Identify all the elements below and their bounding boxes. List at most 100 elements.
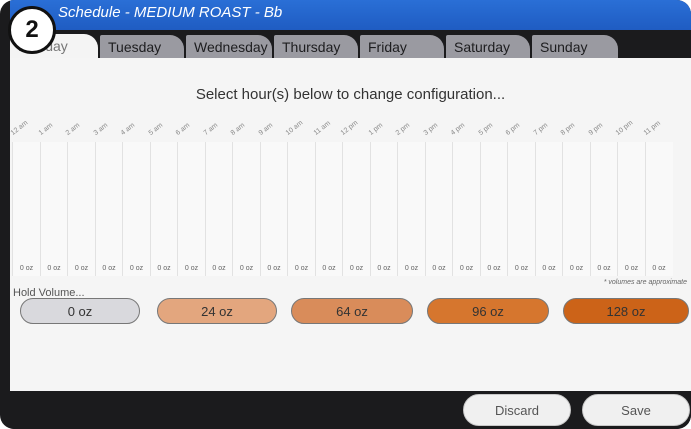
hour-grid: 12 am 0 oz 1 am 0 oz 2 am 0 oz 3 am 0 oz 4 am 0 o… bbox=[10, 118, 691, 278]
instruction-text: Select hour(s) below to change configura… bbox=[195, 86, 506, 103]
hour-volume: 0 oz bbox=[569, 265, 584, 272]
hour-column[interactable]: 0 oz bbox=[149, 142, 178, 276]
hour-label: 7 pm bbox=[532, 121, 549, 137]
hour-volume: 0 oz bbox=[322, 265, 336, 272]
schedule-panel: Select hour(s) below to change configura… bbox=[10, 58, 691, 391]
save-label: Save bbox=[621, 403, 651, 418]
hour-column[interactable]: 0 oz bbox=[617, 142, 645, 276]
hour-label: 1 pm bbox=[367, 121, 384, 137]
hour-label: 4 am bbox=[119, 121, 137, 137]
hour-label: 2 pm bbox=[394, 121, 412, 137]
volume-label: 96 oz bbox=[472, 304, 504, 319]
hour-label: 3 pm bbox=[422, 121, 439, 137]
hour-column[interactable]: 0 oz bbox=[122, 142, 150, 276]
hour-volume: 0 oz bbox=[542, 265, 556, 272]
volume-label: 0 oz bbox=[67, 304, 93, 319]
volume-128oz-button[interactable]: 128 oz bbox=[563, 298, 689, 324]
hour-volume: 0 oz bbox=[157, 265, 171, 272]
hour-column[interactable]: 0 oz bbox=[369, 142, 398, 276]
hour-column[interactable]: 0 oz bbox=[397, 142, 425, 276]
tab-sunday[interactable]: Sunday bbox=[532, 35, 618, 58]
volume-64oz-button[interactable]: 64 oz bbox=[291, 298, 413, 324]
hour-column[interactable]: 0 oz bbox=[314, 142, 343, 276]
hour-column[interactable]: 0 oz bbox=[94, 142, 123, 276]
volume-0oz-button[interactable]: 0 oz bbox=[20, 298, 140, 324]
hour-column[interactable]: 0 oz bbox=[644, 142, 673, 276]
tab-friday[interactable]: Friday bbox=[360, 35, 444, 58]
hour-column[interactable]: 0 oz bbox=[177, 142, 205, 276]
hour-volume: 0 oz bbox=[459, 265, 474, 272]
hour-volume: 0 oz bbox=[487, 265, 501, 272]
volume-label: 128 oz bbox=[606, 304, 646, 319]
hour-label: 11 pm bbox=[642, 119, 662, 137]
hour-volume: 0 oz bbox=[102, 265, 116, 272]
hour-volume: 0 oz bbox=[349, 265, 364, 272]
hour-label: 2 am bbox=[64, 121, 82, 137]
hour-label: 6 pm bbox=[504, 121, 522, 137]
hour-label: 5 pm bbox=[477, 121, 494, 137]
tab-thursday[interactable]: Thursday bbox=[274, 35, 358, 58]
hour-column[interactable]: 0 oz bbox=[452, 142, 480, 276]
hour-column[interactable]: 0 oz bbox=[534, 142, 563, 276]
hour-label: 7 am bbox=[202, 121, 219, 137]
volume-label: 24 oz bbox=[201, 304, 233, 319]
hour-column[interactable]: 0 oz bbox=[287, 142, 315, 276]
app-frame: Schedule - MEDIUM ROAST - Bb Monday Tues… bbox=[0, 0, 691, 429]
discard-label: Discard bbox=[494, 403, 540, 418]
hour-volume: 0 oz bbox=[652, 265, 666, 272]
discard-button[interactable]: Discard bbox=[463, 394, 571, 426]
volume-label: 64 oz bbox=[336, 304, 368, 319]
hour-volume: 0 oz bbox=[294, 265, 309, 272]
hour-volume: 0 oz bbox=[404, 265, 419, 272]
hour-volume: 0 oz bbox=[212, 265, 226, 272]
hour-column[interactable]: 0 oz bbox=[342, 142, 370, 276]
approx-note: * volumes are approximate bbox=[603, 279, 687, 286]
tab-label: Thursday bbox=[282, 39, 341, 55]
hour-label: 11 am bbox=[312, 119, 332, 137]
tab-label: Wednesday bbox=[194, 39, 268, 55]
hour-volume: 0 oz bbox=[19, 265, 34, 272]
bottom-bar: Discard Save bbox=[10, 391, 691, 429]
hour-label: 12 am bbox=[9, 119, 30, 137]
hour-volume: 0 oz bbox=[239, 265, 254, 272]
hour-column[interactable]: 0 oz bbox=[67, 142, 95, 276]
tab-wednesday[interactable]: Wednesday bbox=[186, 35, 272, 58]
hour-column[interactable]: 0 oz bbox=[589, 142, 618, 276]
hour-label: 8 pm bbox=[559, 121, 577, 137]
hour-volume: 0 oz bbox=[74, 265, 89, 272]
hour-column[interactable]: 0 oz bbox=[507, 142, 535, 276]
hour-label: 12 pm bbox=[339, 119, 360, 137]
hour-label: 10 am bbox=[284, 119, 305, 137]
tab-label: Tuesday bbox=[108, 39, 162, 55]
tab-saturday[interactable]: Saturday bbox=[446, 35, 530, 58]
hour-column[interactable]: 0 oz bbox=[39, 142, 68, 276]
hour-label: 8 am bbox=[229, 121, 247, 137]
tab-tuesday[interactable]: Tuesday bbox=[100, 35, 184, 58]
hour-column[interactable]: 0 oz bbox=[479, 142, 508, 276]
hour-column[interactable]: 0 oz bbox=[12, 142, 40, 276]
step-number-badge: 2 bbox=[8, 6, 56, 54]
hour-label: 9 am bbox=[257, 121, 274, 137]
hour-volume: 0 oz bbox=[129, 265, 144, 272]
hour-volume: 0 oz bbox=[267, 265, 281, 272]
hour-label: 3 am bbox=[92, 121, 109, 137]
volume-96oz-button[interactable]: 96 oz bbox=[427, 298, 549, 324]
hour-label: 5 am bbox=[147, 121, 164, 137]
hour-column[interactable]: 0 oz bbox=[562, 142, 590, 276]
day-tabs: Monday Tuesday Wednesday Thursday Friday… bbox=[10, 32, 691, 60]
hour-volume: 0 oz bbox=[432, 265, 446, 272]
window-title: Schedule - MEDIUM ROAST - Bb bbox=[58, 4, 283, 21]
tab-label: Saturday bbox=[454, 39, 511, 55]
hour-label: 6 am bbox=[174, 121, 192, 137]
hour-volume: 0 oz bbox=[624, 265, 639, 272]
hour-volume: 0 oz bbox=[514, 265, 529, 272]
hour-column[interactable]: 0 oz bbox=[259, 142, 288, 276]
hour-column[interactable]: 0 oz bbox=[204, 142, 233, 276]
hour-column[interactable]: 0 oz bbox=[424, 142, 453, 276]
volume-24oz-button[interactable]: 24 oz bbox=[157, 298, 277, 324]
hour-column[interactable]: 0 oz bbox=[232, 142, 260, 276]
hour-label: 9 pm bbox=[587, 121, 604, 137]
save-button[interactable]: Save bbox=[582, 394, 690, 426]
title-bar: Schedule - MEDIUM ROAST - Bb bbox=[10, 0, 691, 30]
tab-label: Friday bbox=[368, 39, 407, 55]
